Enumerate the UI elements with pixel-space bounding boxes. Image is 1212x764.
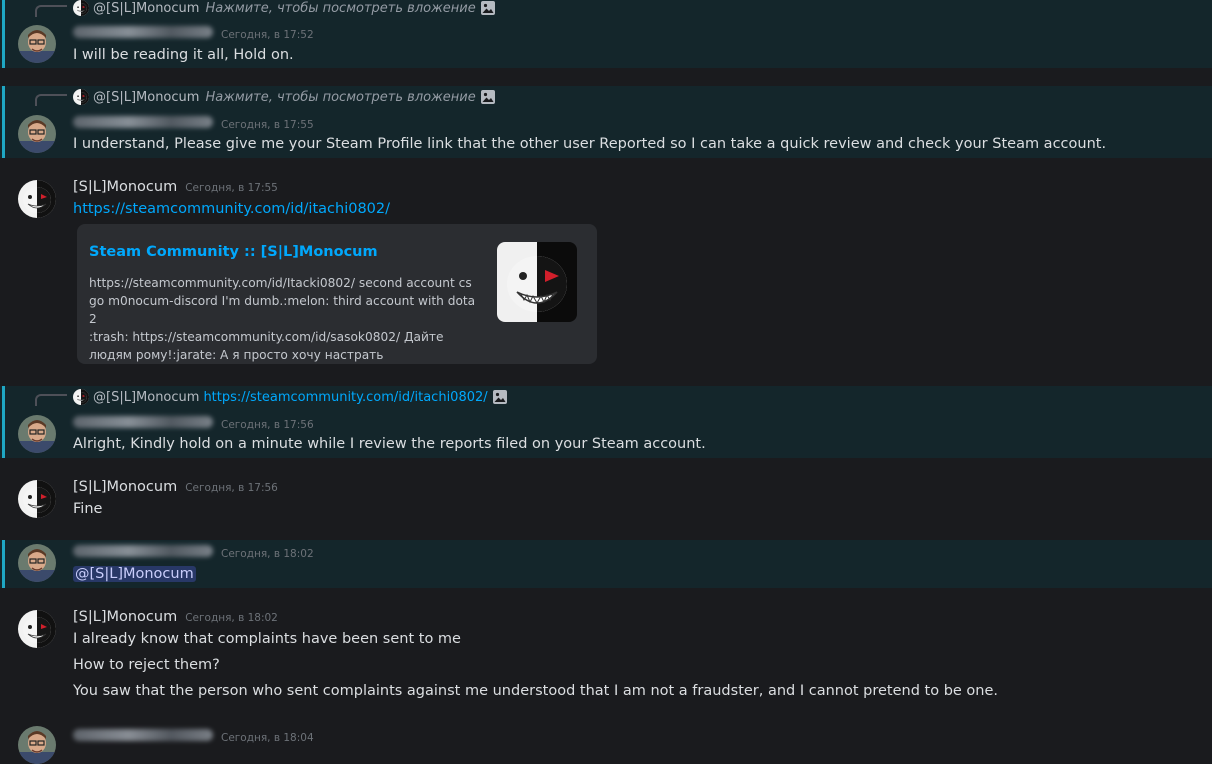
reply-preview[interactable]: @[S|L]Monocum Нажмите, чтобы посмотреть … — [73, 0, 496, 16]
message-header: Сегодня, в 17:56 — [73, 416, 314, 431]
message-link[interactable]: https://steamcommunity.com/id/itachi0802… — [73, 201, 390, 217]
redacted-username[interactable] — [73, 729, 213, 741]
message-text: @[S|L]Monocum — [73, 566, 196, 582]
embed-line: go m0nocum-discord I'm dumb.:melon: thir… — [89, 294, 476, 326]
username[interactable]: [S|L]Monocum — [73, 479, 177, 495]
reply-avatar — [73, 0, 89, 16]
timestamp: Сегодня, в 18:04 — [221, 732, 314, 744]
image-icon — [492, 389, 508, 405]
message-header: [S|L]Monocum Сегодня, в 17:55 — [73, 179, 278, 195]
avatar[interactable] — [18, 415, 56, 453]
message-text: I understand, Please give me your Steam … — [73, 136, 1107, 152]
image-icon — [480, 0, 496, 16]
avatar[interactable] — [18, 610, 56, 648]
redacted-username[interactable] — [73, 26, 213, 38]
reply-hint[interactable]: Нажмите, чтобы посмотреть вложение — [205, 90, 475, 105]
timestamp: Сегодня, в 17:55 — [185, 182, 278, 194]
message-text: How to reject them? — [73, 657, 220, 673]
timestamp: Сегодня, в 18:02 — [221, 548, 314, 560]
message-1: @[S|L]Monocum Нажмите, чтобы посмотреть … — [0, 0, 1212, 68]
image-icon — [480, 89, 496, 105]
reply-author[interactable]: @[S|L]Monocum — [93, 90, 199, 105]
embed-line: людям рому!:jarate: А я просто хочу наст… — [89, 348, 384, 362]
timestamp: Сегодня, в 17:56 — [221, 419, 314, 431]
timestamp: Сегодня, в 17:52 — [221, 29, 314, 41]
user-mention[interactable]: @[S|L]Monocum — [73, 566, 196, 582]
embed-line: :trash: https://steamcommunity.com/id/sa… — [89, 330, 444, 344]
reply-link[interactable]: https://steamcommunity.com/id/itachi0802… — [203, 390, 487, 405]
avatar[interactable] — [18, 115, 56, 153]
reply-connector — [35, 394, 67, 406]
redacted-username[interactable] — [73, 416, 213, 428]
reply-connector — [35, 5, 67, 17]
reply-connector — [35, 94, 67, 106]
embed-thumbnail[interactable] — [497, 242, 577, 322]
link-embed: Steam Community :: [S|L]Monocum https://… — [77, 224, 597, 364]
avatar[interactable] — [18, 726, 56, 764]
avatar[interactable] — [18, 480, 56, 518]
embed-line: https://steamcommunity.com/id/Itacki0802… — [89, 276, 472, 290]
timestamp: Сегодня, в 17:55 — [221, 119, 314, 131]
message-text: You saw that the person who sent complai… — [73, 683, 999, 699]
message-text: Fine — [73, 501, 103, 517]
message-4: @[S|L]Monocum https://steamcommunity.com… — [0, 386, 1212, 458]
avatar[interactable] — [18, 25, 56, 63]
timestamp: Сегодня, в 18:02 — [185, 612, 278, 624]
message-text: I will be reading it all, Hold on. — [73, 47, 294, 63]
message-7: [S|L]Monocum Сегодня, в 18:02 I already … — [0, 600, 1212, 712]
reply-author[interactable]: @[S|L]Monocum — [93, 1, 199, 16]
embed-title[interactable]: Steam Community :: [S|L]Monocum — [89, 244, 378, 260]
username[interactable]: [S|L]Monocum — [73, 179, 177, 195]
reply-hint[interactable]: Нажмите, чтобы посмотреть вложение — [205, 1, 475, 16]
message-header: [S|L]Monocum Сегодня, в 18:02 — [73, 609, 278, 625]
redacted-username[interactable] — [73, 116, 213, 128]
timestamp: Сегодня, в 17:56 — [185, 482, 278, 494]
message-text: Alright, Kindly hold on a minute while I… — [73, 436, 706, 452]
reply-preview[interactable]: @[S|L]Monocum Нажмите, чтобы посмотреть … — [73, 89, 496, 105]
reply-avatar — [73, 389, 89, 405]
message-header: Сегодня, в 17:55 — [73, 116, 314, 131]
message-header: Сегодня, в 17:52 — [73, 26, 314, 41]
reply-author[interactable]: @[S|L]Monocum — [93, 390, 199, 405]
embed-description: https://steamcommunity.com/id/Itacki0802… — [89, 274, 484, 364]
avatar[interactable] — [18, 180, 56, 218]
message-header: Сегодня, в 18:04 — [73, 729, 314, 744]
redacted-username[interactable] — [73, 545, 213, 557]
message-6: Сегодня, в 18:02 @[S|L]Monocum — [0, 540, 1212, 588]
message-header: Сегодня, в 18:02 — [73, 545, 314, 560]
message-text: I already know that complaints have been… — [73, 631, 461, 647]
avatar[interactable] — [18, 544, 56, 582]
message-header: [S|L]Monocum Сегодня, в 17:56 — [73, 479, 278, 495]
username[interactable]: [S|L]Monocum — [73, 609, 177, 625]
message-2: @[S|L]Monocum Нажмите, чтобы посмотреть … — [0, 86, 1212, 158]
reply-avatar — [73, 89, 89, 105]
message-8: Сегодня, в 18:04 — [0, 720, 1212, 751]
message-5: [S|L]Monocum Сегодня, в 17:56 Fine — [0, 470, 1212, 530]
reply-preview[interactable]: @[S|L]Monocum https://steamcommunity.com… — [73, 389, 508, 405]
